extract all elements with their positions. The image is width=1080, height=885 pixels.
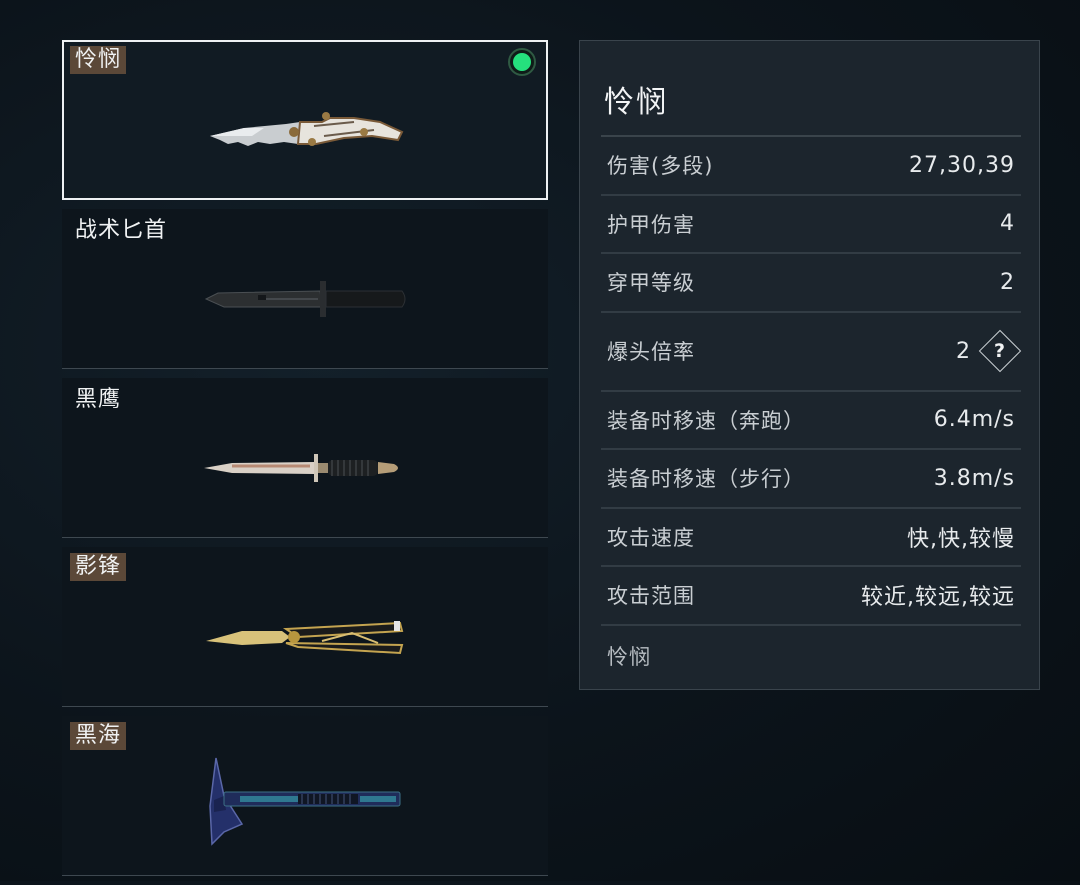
- tactical-dagger-icon: [204, 281, 406, 317]
- stat-label: 装备时移速（奔跑）: [607, 408, 805, 433]
- weapon-name: 黑鹰: [75, 387, 122, 412]
- stat-table: 伤害(多段) 27,30,39 护甲伤害 4 穿甲等级 2 爆头倍率 2 ? 装…: [601, 135, 1022, 626]
- weapon-card-tactical-dagger[interactable]: 战术匕首: [62, 209, 548, 369]
- equipped-indicator-icon: [508, 48, 536, 76]
- weapon-detail-panel: 怜悯 伤害(多段) 27,30,39 护甲伤害 4 穿甲等级 2 爆头倍率 2 …: [579, 40, 1040, 690]
- shadow-edge-knife-icon: [206, 621, 404, 655]
- stat-label: 攻击范围: [607, 584, 695, 609]
- weapon-name: 战术匕首: [75, 218, 168, 243]
- stat-value: 较近,较远,较远: [861, 585, 1015, 611]
- stat-value: 2: [1000, 269, 1015, 295]
- stat-value: 27,30,39: [909, 152, 1015, 178]
- detail-description: 怜悯: [607, 645, 651, 669]
- weapon-name: 怜悯: [70, 46, 127, 74]
- weapon-name: 黑海: [70, 722, 127, 750]
- stat-label: 穿甲等级: [607, 271, 695, 296]
- stat-value: 6.4m/s: [933, 407, 1015, 433]
- stat-label: 爆头倍率: [607, 340, 695, 364]
- stat-label: 护甲伤害: [607, 212, 695, 237]
- weapon-card-black-hawk[interactable]: 黑鹰: [62, 378, 548, 538]
- stat-value: 2: [956, 338, 971, 364]
- stat-row-penetration: 穿甲等级 2: [601, 254, 1021, 313]
- stat-row-attack-speed: 攻击速度 快,快,较慢: [601, 509, 1021, 567]
- folding-knife-icon: [210, 112, 404, 146]
- black-sea-axe-icon: [209, 757, 401, 846]
- stat-row-damage: 伤害(多段) 27,30,39: [601, 137, 1021, 196]
- stat-label: 攻击速度: [607, 525, 695, 550]
- weapon-card-shadow-edge[interactable]: 影锋: [62, 547, 548, 707]
- stat-value-wrap: 2 ?: [956, 329, 1022, 373]
- weapon-card-black-sea[interactable]: 黑海: [62, 716, 548, 876]
- stat-row-headshot-multiplier: 爆头倍率 2 ?: [601, 313, 1022, 392]
- stat-label: 装备时移速（步行）: [607, 467, 805, 492]
- weapon-card-mercy[interactable]: 怜悯: [62, 40, 548, 200]
- stat-row-attack-range: 攻击范围 较近,较远,较远: [601, 567, 1021, 626]
- weapon-list: 怜悯 战术匕首 黑鹰 影锋 黑海: [62, 40, 548, 885]
- stat-value: 4: [1000, 211, 1015, 237]
- stat-row-armor-damage: 护甲伤害 4: [601, 196, 1021, 254]
- weapon-name: 影锋: [70, 553, 127, 581]
- help-glyph: ?: [993, 340, 1007, 362]
- stat-value: 3.8m/s: [933, 465, 1015, 491]
- stat-row-run-speed: 装备时移速（奔跑） 6.4m/s: [601, 392, 1021, 450]
- help-icon[interactable]: ?: [978, 329, 1022, 373]
- stat-value: 快,快,较慢: [907, 526, 1015, 552]
- detail-title: 怜悯: [604, 85, 668, 120]
- stat-row-walk-speed: 装备时移速（步行） 3.8m/s: [601, 450, 1021, 509]
- stat-label: 伤害(多段): [607, 154, 714, 179]
- black-hawk-knife-icon: [204, 454, 398, 482]
